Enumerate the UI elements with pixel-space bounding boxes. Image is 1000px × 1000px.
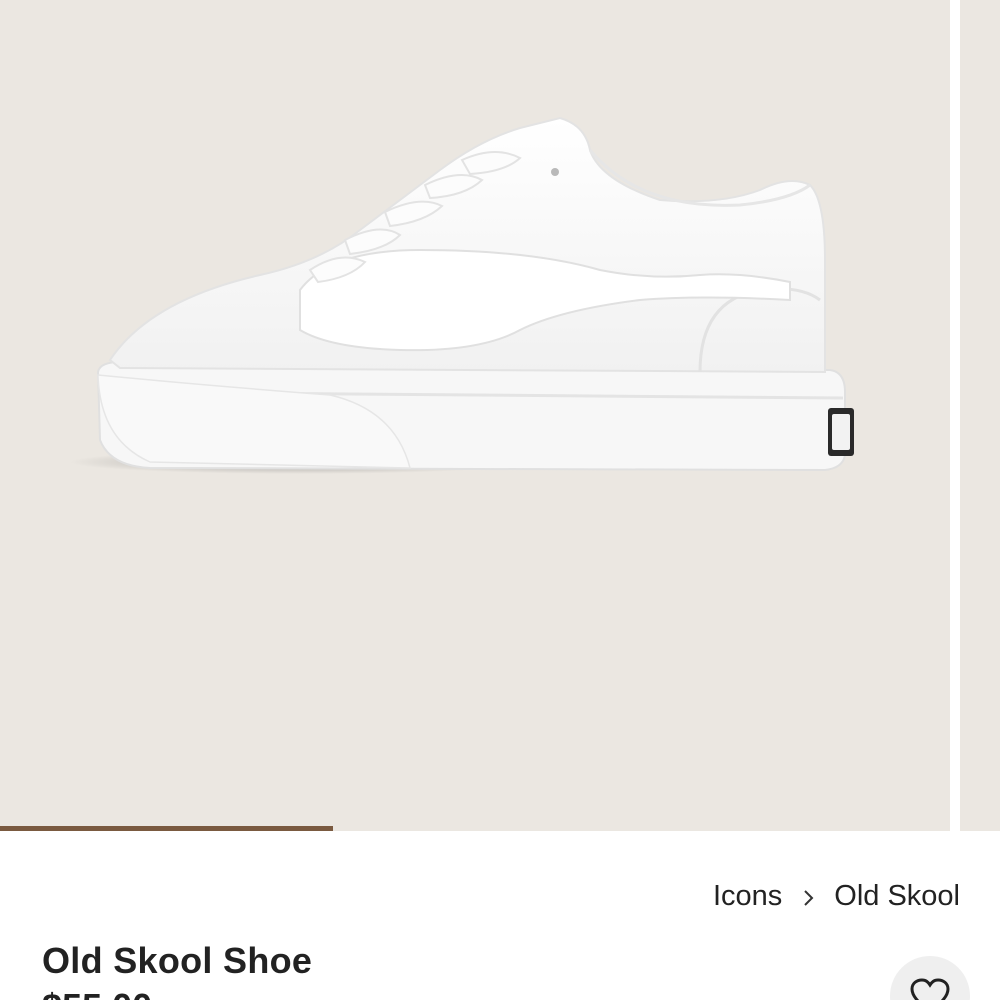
breadcrumb-item-old-skool[interactable]: Old Skool bbox=[834, 880, 960, 913]
product-title: Old Skool Shoe bbox=[42, 940, 313, 981]
chevron-right-icon bbox=[796, 885, 820, 909]
gallery-progress-bar bbox=[0, 826, 1000, 831]
product-page: Icons Old Skool Old Skool Shoe $55.00 bbox=[0, 0, 1000, 1000]
product-image-gallery[interactable] bbox=[0, 0, 1000, 831]
breadcrumb: Icons Old Skool bbox=[713, 880, 960, 913]
wishlist-button[interactable] bbox=[890, 956, 970, 1000]
breadcrumb-item-icons[interactable]: Icons bbox=[713, 880, 782, 913]
heart-icon bbox=[910, 978, 950, 1000]
shoe-image bbox=[70, 116, 854, 474]
product-image-main[interactable] bbox=[0, 0, 950, 831]
product-price: $55.00 bbox=[42, 986, 152, 1000]
product-image-next-preview[interactable] bbox=[960, 0, 1000, 831]
gallery-progress-fill bbox=[0, 826, 333, 831]
